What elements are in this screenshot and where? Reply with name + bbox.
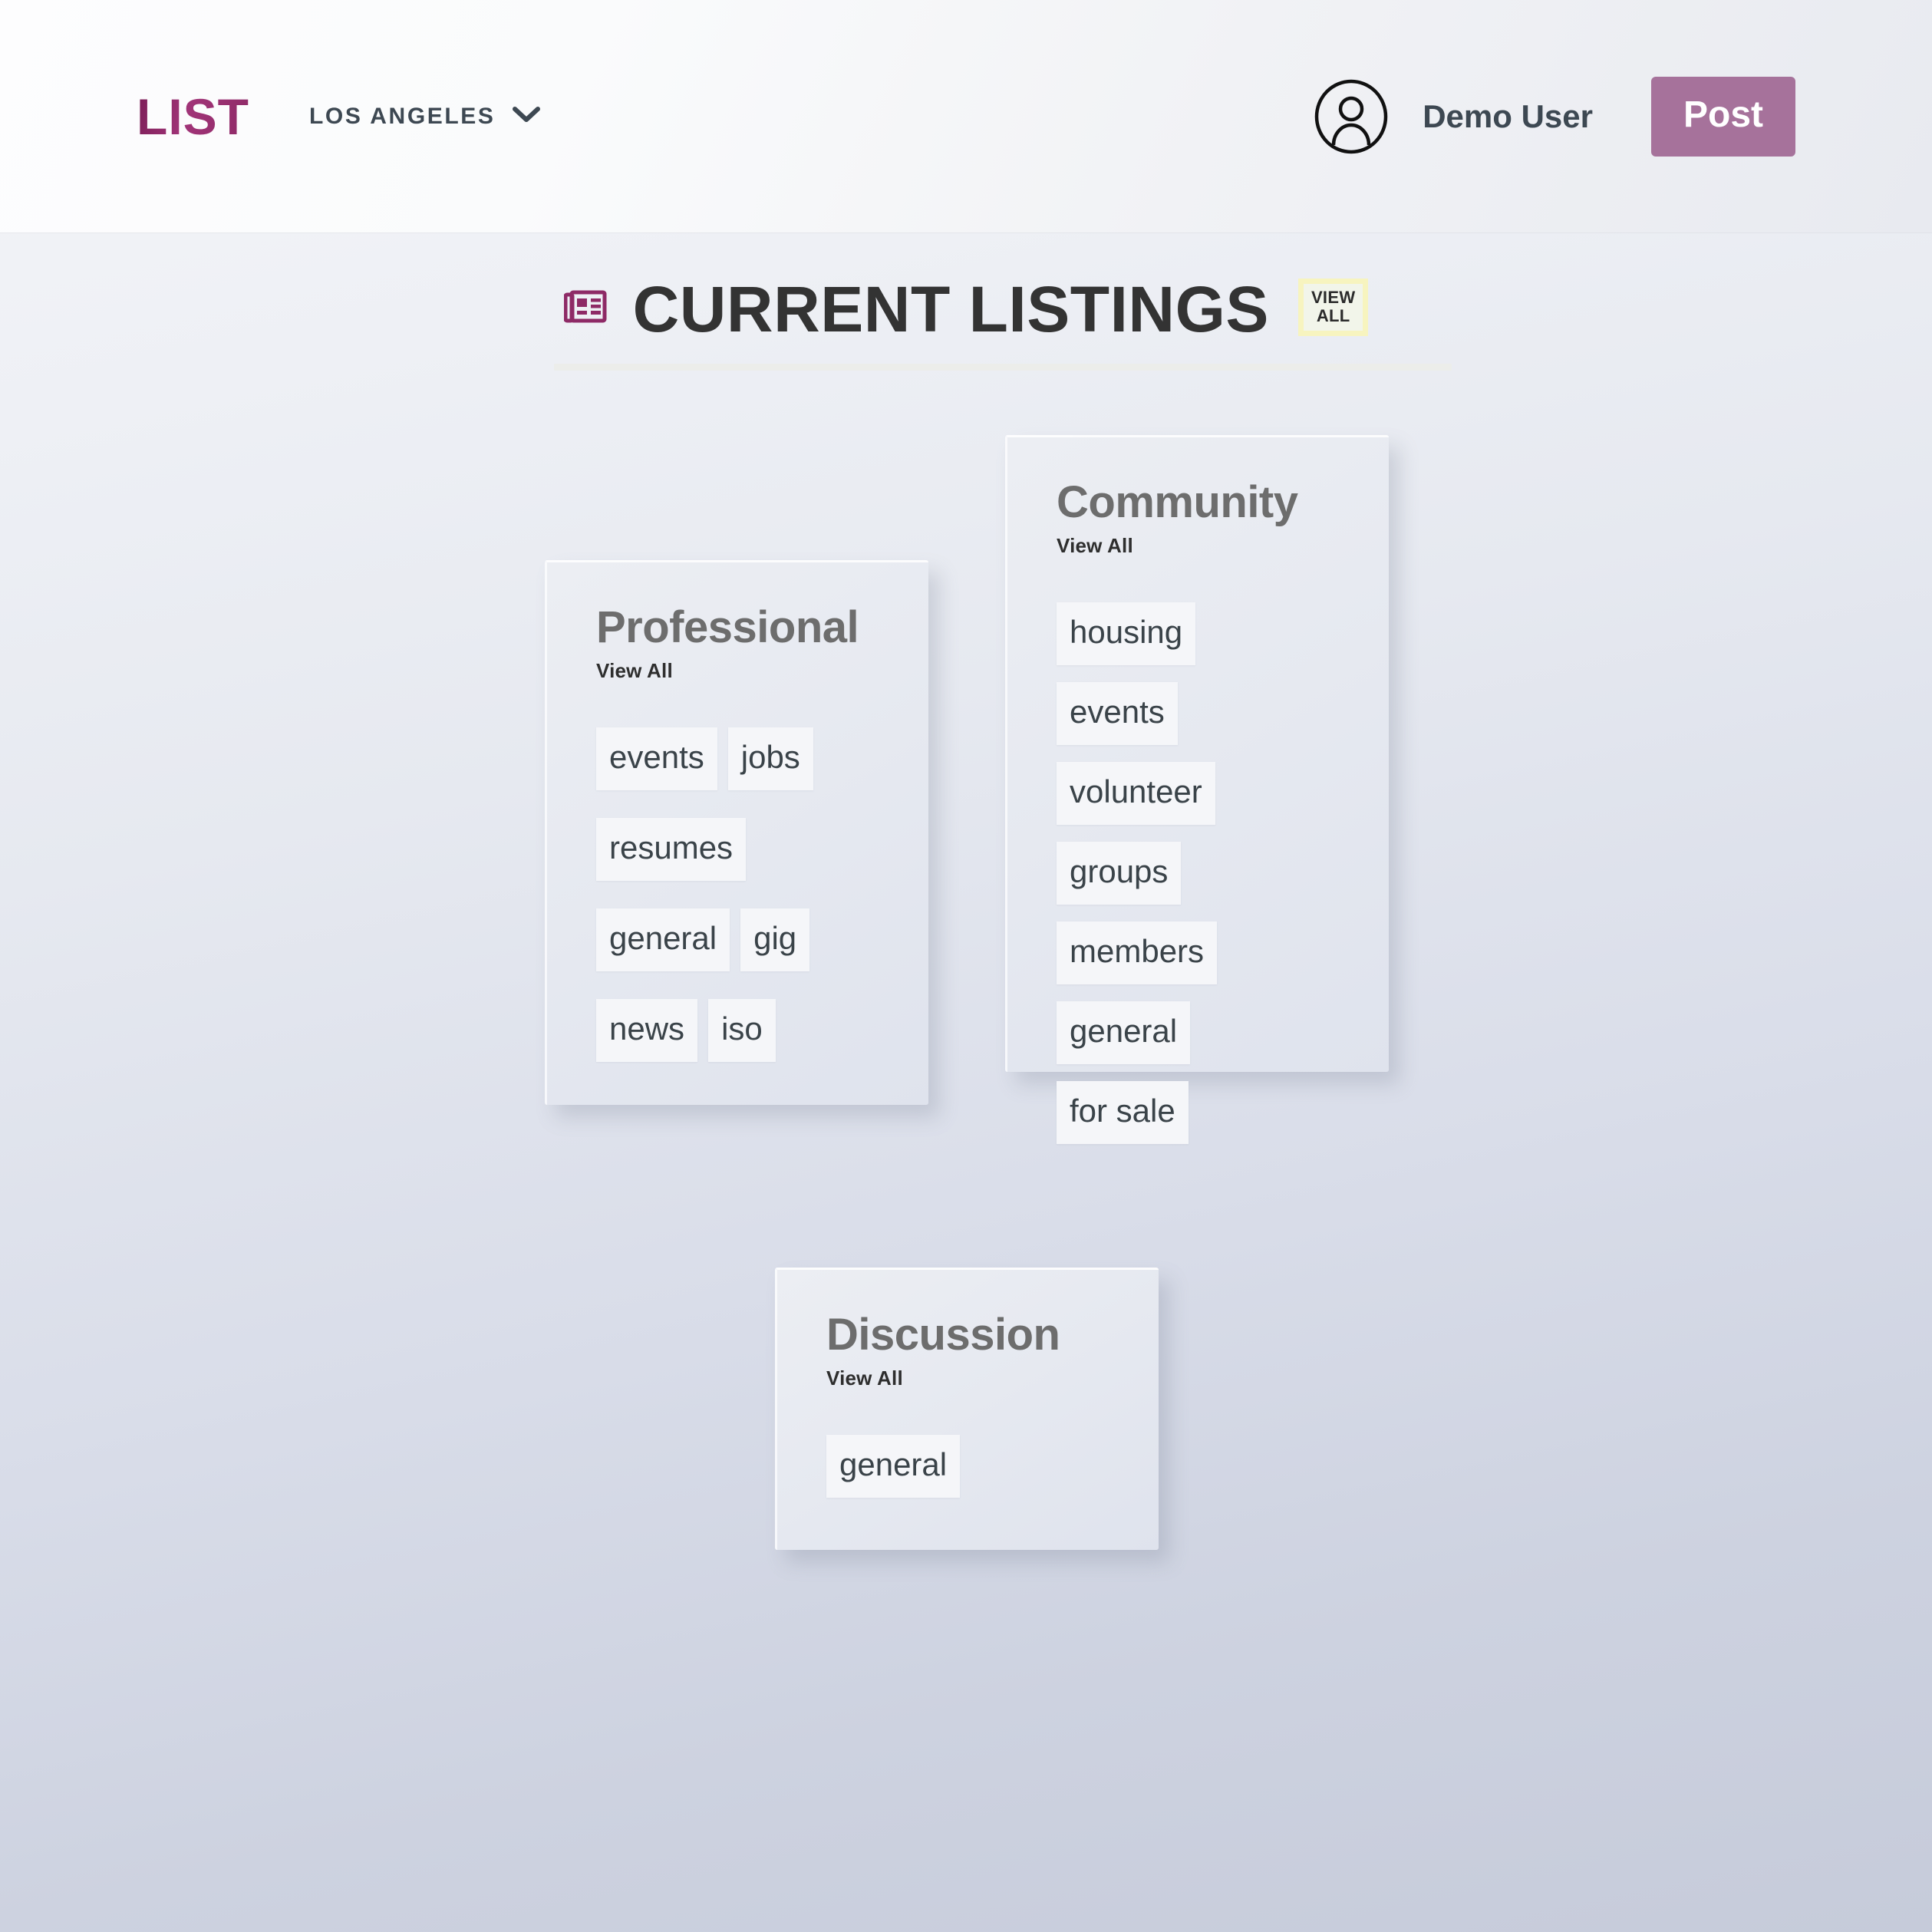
tag-list-discussion: general bbox=[826, 1435, 1109, 1498]
view-all-badge-line2: ALL bbox=[1316, 305, 1350, 325]
tag-item[interactable]: resumes bbox=[596, 818, 747, 881]
card-community[interactable]: Community View All housing events volunt… bbox=[1005, 435, 1389, 1144]
user-avatar-icon[interactable] bbox=[1314, 79, 1389, 154]
brand-logo[interactable]: LIST bbox=[137, 91, 249, 142]
card-view-all-community[interactable]: View All bbox=[1057, 534, 1133, 558]
card-view-all-discussion[interactable]: View All bbox=[826, 1367, 903, 1390]
card-title-community: Community bbox=[1057, 477, 1298, 527]
newspaper-icon bbox=[563, 290, 607, 329]
tag-item[interactable]: general bbox=[596, 908, 730, 971]
tag-list-professional: events jobs resumes general gig news iso bbox=[596, 727, 879, 1062]
page-title-row: CURRENT LISTINGS VIEW ALL bbox=[0, 272, 1932, 347]
tag-item[interactable]: groups bbox=[1057, 842, 1182, 905]
card-title-discussion: Discussion bbox=[826, 1310, 1060, 1360]
view-all-badge[interactable]: VIEW ALL bbox=[1297, 279, 1369, 336]
user-name-label: Demo User bbox=[1423, 97, 1593, 134]
tag-item[interactable]: events bbox=[596, 727, 717, 790]
tag-item[interactable]: for sale bbox=[1057, 1081, 1189, 1144]
tag-item[interactable]: housing bbox=[1057, 602, 1196, 665]
chevron-down-icon bbox=[512, 106, 540, 127]
card-view-all-professional[interactable]: View All bbox=[596, 659, 673, 683]
app-header: LIST LOS ANGELES Demo User Post bbox=[0, 0, 1932, 232]
post-button[interactable]: Post bbox=[1650, 76, 1795, 157]
card-professional[interactable]: Professional View All events jobs resume… bbox=[545, 560, 928, 1105]
tag-item[interactable]: gig bbox=[740, 908, 810, 971]
city-selector[interactable]: LOS ANGELES bbox=[309, 104, 540, 130]
tag-item[interactable]: jobs bbox=[727, 727, 813, 790]
tag-item[interactable]: events bbox=[1057, 682, 1178, 745]
tag-item[interactable]: general bbox=[1057, 1001, 1191, 1064]
tag-item[interactable]: iso bbox=[708, 999, 776, 1062]
tag-item[interactable]: news bbox=[596, 999, 698, 1062]
title-divider bbox=[554, 364, 1452, 371]
tag-item[interactable]: general bbox=[826, 1435, 961, 1498]
view-all-badge-line1: VIEW bbox=[1311, 288, 1356, 307]
page-title: CURRENT LISTINGS bbox=[632, 273, 1269, 345]
card-discussion[interactable]: Discussion View All general bbox=[775, 1268, 1159, 1550]
tag-item[interactable]: members bbox=[1057, 921, 1218, 984]
tag-item[interactable]: volunteer bbox=[1057, 762, 1215, 825]
card-title-professional: Professional bbox=[596, 602, 859, 652]
city-label: LOS ANGELES bbox=[309, 103, 496, 129]
header-user-area: Demo User Post bbox=[1314, 76, 1795, 157]
tag-list-community: housing events volunteer groups members … bbox=[1057, 602, 1340, 1144]
